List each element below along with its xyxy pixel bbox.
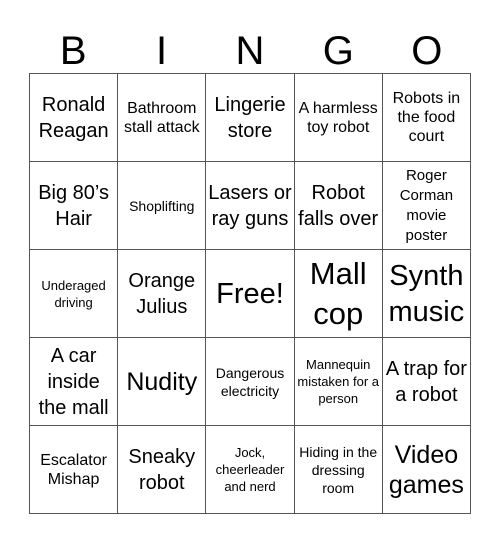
bingo-cell[interactable]: Nudity [118,338,207,426]
bingo-header: B I N G O [29,30,471,72]
bingo-cell[interactable]: Shoplifting [118,162,207,250]
header-letter-i: I [156,29,168,73]
bingo-cell[interactable]: Jock, cheerleader and nerd [206,426,295,514]
bingo-cell[interactable]: Roger Corman movie poster [382,162,471,250]
bingo-grid: Ronald Reagan Bathroom stall attack Ling… [29,73,471,514]
header-letter-b: B [59,29,87,73]
bingo-cell[interactable]: Synth music [382,250,471,338]
bingo-cell[interactable]: Underaged driving [30,250,119,338]
bingo-cell[interactable]: Robot falls over [294,162,383,250]
bingo-cell[interactable]: Hiding in the dressing room [294,426,383,514]
free-space[interactable]: Free! [206,250,295,338]
bingo-cell[interactable]: Ronald Reagan [30,74,119,162]
bingo-cell[interactable]: Sneaky robot [118,426,207,514]
bingo-cell[interactable]: Bathroom stall attack [118,74,207,162]
bingo-cell[interactable]: Robots in the food court [382,74,471,162]
bingo-cell[interactable]: A harmless toy robot [294,74,383,162]
bingo-cell[interactable]: Lasers or ray guns [206,162,295,250]
bingo-cell[interactable]: Mall cop [294,250,383,338]
header-letter-o: O [411,29,443,73]
bingo-cell[interactable]: A trap for a robot [382,338,471,426]
bingo-cell[interactable]: Lingerie store [206,74,295,162]
bingo-cell[interactable]: Big 80’s Hair [30,162,119,250]
bingo-cell[interactable]: Escalator Mishap [30,426,119,514]
bingo-cell[interactable]: Video games [382,426,471,514]
bingo-cell[interactable]: A car inside the mall [30,338,119,426]
bingo-cell-free[interactable]: Orange Julius [118,250,207,338]
header-letter-n: N [235,29,265,73]
bingo-cell[interactable]: Mannequin mistaken for a person [294,338,383,426]
header-letter-g: G [322,29,354,73]
bingo-cell[interactable]: Dangerous electricity [206,338,295,426]
